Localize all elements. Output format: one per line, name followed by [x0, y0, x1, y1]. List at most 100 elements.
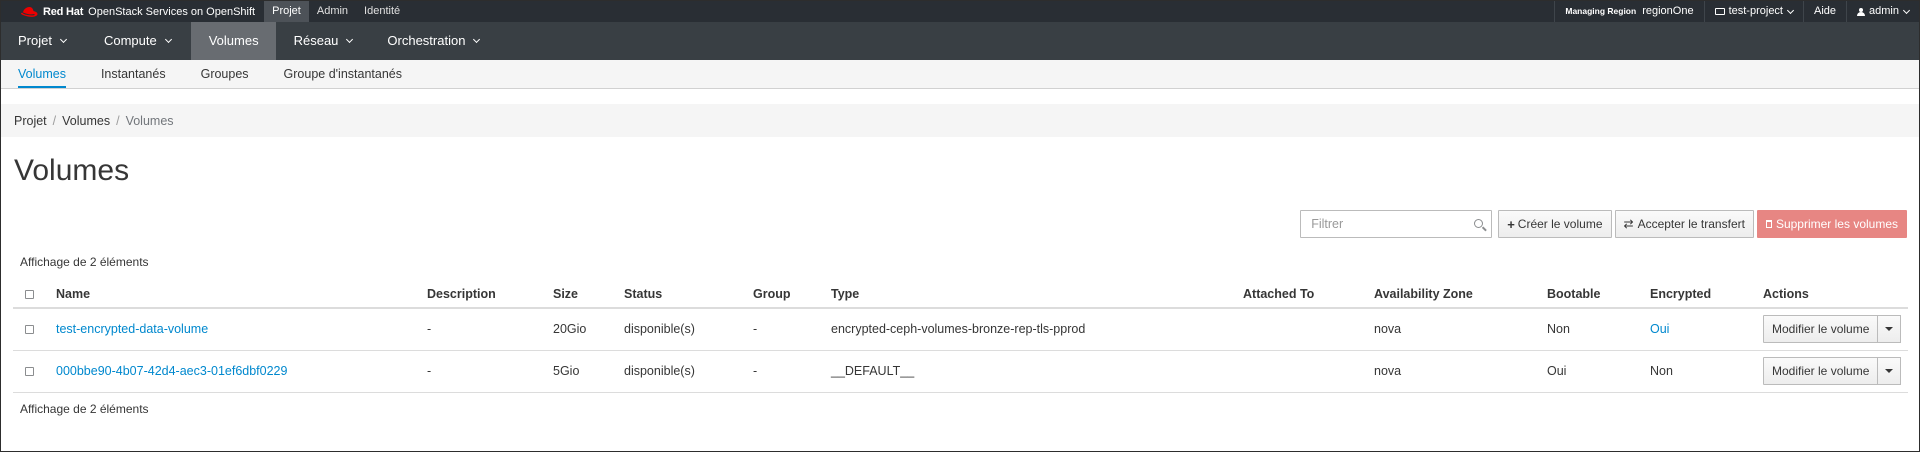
col-bootable[interactable]: Bootable [1547, 280, 1650, 309]
cell-availability-zone: nova [1374, 350, 1547, 393]
primary-nav-label: Compute [103, 33, 157, 48]
items-count-top: Affichage de 2 éléments [20, 255, 149, 269]
trash-icon [1765, 220, 1772, 228]
actions-dropdown-toggle[interactable] [1878, 357, 1902, 385]
create-volume-button[interactable]: + Créer le volume [1498, 210, 1612, 238]
table-header-row: Name Description Size Status Group Type … [13, 280, 1908, 309]
top-nav: Projet Admin Identité [264, 1, 408, 22]
cell-name: 000bbe90-4b07-42d4-aec3-01ef6dbf0229 [56, 350, 427, 393]
col-size[interactable]: Size [553, 280, 624, 309]
col-type[interactable]: Type [831, 280, 1243, 309]
cell-encrypted: Oui [1650, 308, 1763, 351]
chevron-down-icon [1902, 6, 1911, 14]
primary-nav: Projet Compute Volumes Réseau Orchestrat… [1, 22, 1919, 60]
top-nav-projet[interactable]: Projet [264, 1, 309, 22]
cell-description: - [427, 350, 553, 393]
cell-group: - [753, 350, 831, 393]
row-checkbox[interactable] [25, 367, 34, 377]
row-actions: Modifier le volume [1763, 315, 1902, 344]
cell-actions: Modifier le volume [1763, 308, 1908, 351]
folder-icon [1714, 8, 1725, 15]
cell-bootable: Oui [1547, 350, 1650, 393]
primary-nav-reseau[interactable]: Réseau [276, 22, 370, 60]
project-name: test-project [1728, 5, 1783, 17]
breadcrumb-volumes[interactable]: Volumes [62, 114, 110, 128]
chevron-down-icon [1786, 6, 1795, 14]
top-nav-admin[interactable]: Admin [309, 1, 356, 22]
primary-nav-projet[interactable]: Projet [1, 22, 85, 60]
cell-attached-to [1243, 350, 1374, 393]
col-encrypted[interactable]: Encrypted [1650, 280, 1763, 309]
col-name[interactable]: Name [56, 280, 427, 309]
primary-nav-volumes[interactable]: Volumes [190, 22, 276, 60]
cell-availability-zone: nova [1374, 308, 1547, 351]
secondary-nav: Volumes Instantanés Groupes Groupe d'ins… [1, 60, 1919, 89]
table-toolbar: + Créer le volume ⇄ Accepter le transfer… [1300, 210, 1907, 238]
project-selector[interactable]: test-project [1703, 1, 1803, 22]
col-availability-zone[interactable]: Availability Zone [1374, 280, 1547, 309]
cell-status: disponible(s) [624, 350, 753, 393]
col-attached-to[interactable]: Attached To [1243, 280, 1374, 309]
row-checkbox[interactable] [25, 325, 34, 335]
masthead: Red Hat OpenStack Services on OpenShift … [1, 1, 1919, 22]
tab-groupes[interactable]: Groupes [201, 60, 249, 88]
breadcrumb-separator: / [116, 113, 120, 128]
tab-instantanes[interactable]: Instantanés [101, 60, 166, 88]
top-nav-identite[interactable]: Identité [356, 1, 408, 22]
col-status[interactable]: Status [624, 280, 753, 309]
search-icon[interactable] [1474, 219, 1484, 228]
volume-name-link[interactable]: test-encrypted-data-volume [56, 322, 208, 336]
cell-size: 20Gio [553, 308, 624, 351]
user-menu[interactable]: admin [1846, 1, 1919, 22]
cell-type: encrypted-ceph-volumes-bronze-rep-tls-pp… [831, 308, 1243, 351]
user-icon [1857, 7, 1866, 16]
table-row: 000bbe90-4b07-42d4-aec3-01ef6dbf0229 - 5… [13, 350, 1908, 393]
col-description[interactable]: Description [427, 280, 553, 309]
primary-nav-orchestration[interactable]: Orchestration [369, 22, 496, 60]
brand-redhat-text: Red Hat [43, 5, 84, 18]
select-all-checkbox[interactable] [25, 289, 34, 299]
caret-down-icon [1885, 327, 1894, 332]
cell-bootable: Non [1547, 308, 1650, 351]
filter-input[interactable] [1301, 211, 1492, 237]
breadcrumb: Projet / Volumes / Volumes [1, 104, 1919, 137]
encrypted-link[interactable]: Oui [1650, 322, 1669, 336]
items-count-bottom: Affichage de 2 éléments [20, 402, 149, 416]
region-selector[interactable]: Managing Region regionOne [1554, 1, 1703, 22]
accept-transfer-button[interactable]: ⇄ Accepter le transfert [1614, 210, 1754, 238]
filter-box [1300, 210, 1493, 238]
breadcrumb-projet[interactable]: Projet [14, 114, 47, 128]
tab-volumes[interactable]: Volumes [18, 60, 66, 88]
volumes-table: Name Description Size Status Group Type … [13, 280, 1908, 393]
volume-name-link[interactable]: 000bbe90-4b07-42d4-aec3-01ef6dbf0229 [56, 364, 287, 378]
chevron-down-icon [59, 35, 68, 43]
col-actions: Actions [1763, 280, 1908, 309]
cell-actions: Modifier le volume [1763, 350, 1908, 393]
caret-down-icon [1885, 369, 1894, 373]
user-name: admin [1869, 5, 1899, 17]
app-frame: Red Hat OpenStack Services on OpenShift … [0, 0, 1920, 452]
tab-groupe-instantanes[interactable]: Groupe d'instantanés [284, 60, 402, 88]
brand-logo[interactable]: Red Hat OpenStack Services on OpenShift [1, 1, 255, 22]
edit-volume-button[interactable]: Modifier le volume [1763, 315, 1879, 344]
col-group[interactable]: Group [753, 280, 831, 309]
delete-volumes-button[interactable]: Supprimer les volumes [1756, 210, 1907, 238]
help-link[interactable]: Aide [1803, 1, 1846, 22]
cell-status: disponible(s) [624, 308, 753, 351]
cell-size: 5Gio [553, 350, 624, 393]
exchange-icon: ⇄ [1623, 217, 1634, 231]
breadcrumb-current: Volumes [125, 113, 174, 128]
edit-volume-button[interactable]: Modifier le volume [1763, 357, 1879, 385]
actions-dropdown-toggle[interactable] [1878, 315, 1902, 344]
row-select-cell [13, 350, 56, 393]
primary-nav-label: Volumes [208, 33, 259, 48]
create-volume-label: Créer le volume [1517, 217, 1603, 231]
select-all-cell [13, 280, 56, 309]
cell-group: - [753, 308, 831, 351]
redhat-logo-icon [21, 6, 38, 17]
brand-product-text: OpenStack Services on OpenShift [88, 5, 256, 18]
cell-attached-to [1243, 308, 1374, 351]
primary-nav-compute[interactable]: Compute [85, 22, 191, 60]
cell-type: __DEFAULT__ [831, 350, 1243, 393]
masthead-right: Managing Region regionOne test-project A… [1554, 1, 1919, 22]
